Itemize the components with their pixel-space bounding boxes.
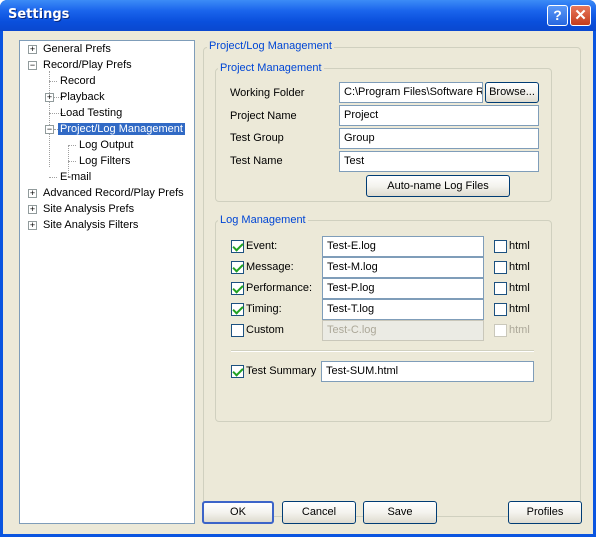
settings-tree[interactable]: + General Prefs − Record/Play Prefs Reco… [19, 40, 195, 524]
expand-icon[interactable]: + [45, 93, 54, 102]
test-name-field[interactable]: Test [339, 151, 539, 172]
collapse-icon[interactable]: − [28, 61, 37, 70]
performance-html-label: html [509, 282, 530, 294]
message-label: Message: [246, 261, 294, 273]
tree-item-label: General Prefs [43, 43, 111, 55]
performance-html-checkbox[interactable] [494, 282, 507, 295]
separator [231, 350, 534, 352]
message-checkbox[interactable] [231, 261, 244, 274]
project-name-label: Project Name [230, 110, 297, 122]
test-group-label: Test Group [230, 132, 284, 144]
performance-label: Performance: [246, 282, 313, 294]
timing-log-field[interactable]: Test-T.log [322, 299, 484, 320]
timing-html-checkbox[interactable] [494, 303, 507, 316]
custom-log-field: Test-C.log [322, 320, 484, 341]
tree-item-label: Record [60, 75, 96, 87]
custom-html-checkbox [494, 324, 507, 337]
tree-item-site-analysis-prefs[interactable]: + Site Analysis Prefs [28, 201, 136, 217]
tree-item-label: Project/Log Management [58, 123, 185, 135]
help-button[interactable]: ? [547, 5, 568, 26]
project-management-title: Project Management [218, 62, 324, 74]
test-summary-label: Test Summary [246, 365, 317, 377]
close-button[interactable]: ✕ [570, 5, 591, 26]
tree-item-label: Record/Play Prefs [43, 59, 132, 71]
cancel-button[interactable]: Cancel [282, 501, 356, 524]
event-label: Event: [246, 240, 278, 252]
event-checkbox[interactable] [231, 240, 244, 253]
tree-item-record-play-prefs[interactable]: − Record/Play Prefs [28, 57, 134, 73]
custom-html-label: html [509, 324, 530, 336]
performance-log-field[interactable]: Test-P.log [322, 278, 484, 299]
expand-icon[interactable]: + [28, 45, 37, 54]
tree-item-label: Log Output [79, 139, 134, 151]
window-title: Settings [8, 7, 70, 22]
tree-item-site-analysis-filters[interactable]: + Site Analysis Filters [28, 217, 140, 233]
event-log-field[interactable]: Test-E.log [322, 236, 484, 257]
working-folder-field[interactable]: C:\Program Files\Software R [339, 82, 483, 103]
tree-item-label: Playback [60, 91, 105, 103]
timing-checkbox[interactable] [231, 303, 244, 316]
expand-icon[interactable]: + [28, 205, 37, 214]
tree-item-label: Advanced Record/Play Prefs [43, 187, 184, 199]
dialog-body: + General Prefs − Record/Play Prefs Reco… [3, 31, 593, 534]
test-name-label: Test Name [230, 155, 283, 167]
collapse-icon[interactable]: − [45, 125, 54, 134]
auto-name-log-files-button[interactable]: Auto-name Log Files [366, 175, 510, 197]
test-summary-field[interactable]: Test-SUM.html [321, 361, 534, 382]
panel-title: Project/Log Management [207, 40, 334, 52]
event-html-label: html [509, 240, 530, 252]
project-name-field[interactable]: Project [339, 105, 539, 126]
tree-item-load-testing[interactable]: Load Testing [58, 105, 124, 121]
message-html-checkbox[interactable] [494, 261, 507, 274]
tree-item-label: Load Testing [60, 107, 123, 119]
working-folder-label: Working Folder [230, 87, 305, 99]
message-log-field[interactable]: Test-M.log [322, 257, 484, 278]
message-html-label: html [509, 261, 530, 273]
tree-item-label: Log Filters [79, 155, 131, 167]
settings-window: Settings ? ✕ + General Prefs − Record/Pl… [0, 0, 596, 537]
save-button[interactable]: Save [363, 501, 437, 524]
custom-checkbox[interactable] [231, 324, 244, 337]
event-html-checkbox[interactable] [494, 240, 507, 253]
tree-item-label: Site Analysis Filters [43, 219, 139, 231]
title-bar[interactable]: Settings ? ✕ [0, 0, 596, 31]
close-icon: ✕ [574, 7, 587, 24]
tree-item-playback[interactable]: + Playback [45, 89, 107, 105]
log-management-title: Log Management [218, 214, 308, 226]
profiles-button[interactable]: Profiles [508, 501, 582, 524]
performance-checkbox[interactable] [231, 282, 244, 295]
custom-label: Custom [246, 324, 284, 336]
tree-item-general-prefs[interactable]: + General Prefs [28, 41, 113, 57]
tree-item-label: E-mail [60, 171, 92, 183]
timing-html-label: html [509, 303, 530, 315]
help-icon: ? [553, 7, 562, 23]
tree-item-log-filters[interactable]: Log Filters [77, 153, 132, 169]
expand-icon[interactable]: + [28, 221, 37, 230]
tree-item-project-log-management[interactable]: − Project/Log Management [45, 121, 185, 137]
tree-item-log-output[interactable]: Log Output [77, 137, 135, 153]
timing-label: Timing: [246, 303, 282, 315]
tree-item-label: Site Analysis Prefs [43, 203, 135, 215]
test-summary-checkbox[interactable] [231, 365, 244, 378]
test-group-field[interactable]: Group [339, 128, 539, 149]
ok-button[interactable]: OK [202, 501, 274, 524]
expand-icon[interactable]: + [28, 189, 37, 198]
tree-item-record[interactable]: Record [58, 73, 97, 89]
tree-item-advanced-record-play-prefs[interactable]: + Advanced Record/Play Prefs [28, 185, 186, 201]
tree-item-email[interactable]: E-mail [58, 169, 93, 185]
browse-button[interactable]: Browse... [485, 82, 539, 103]
